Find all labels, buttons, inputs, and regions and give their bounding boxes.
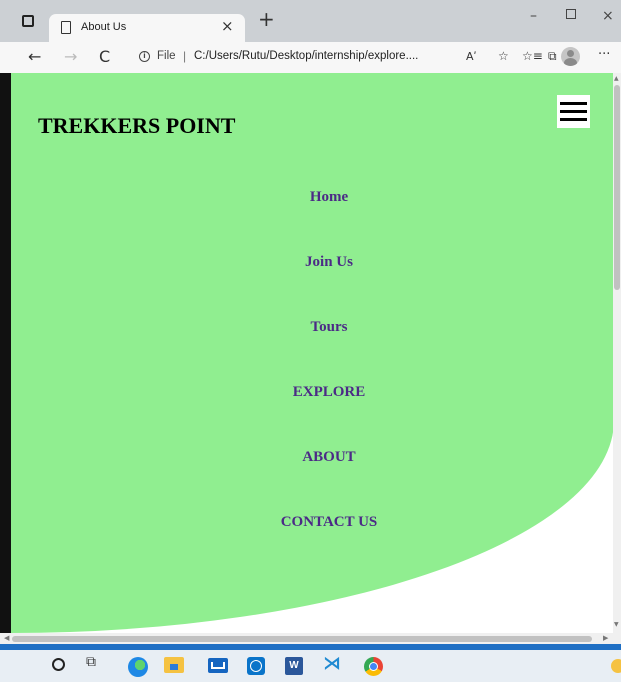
new-tab-button[interactable]: + xyxy=(258,9,275,29)
tab-close-icon[interactable]: × xyxy=(221,17,234,35)
vertical-scrollbar[interactable]: ▲ ▼ xyxy=(613,73,621,633)
left-edge-bar xyxy=(0,73,11,633)
maximize-button[interactable] xyxy=(566,9,576,19)
tab-title: About Us xyxy=(81,21,127,33)
url-text[interactable]: C:/Users/Rutu/Desktop/internship/explore… xyxy=(194,50,418,62)
nav-link-explore[interactable]: EXPLORE xyxy=(11,384,621,401)
browser-tab-bar: About Us × + – × xyxy=(0,0,621,42)
address-bar[interactable]: i File | C:/Users/Rutu/Desktop/internshi… xyxy=(128,46,463,68)
nav-link-contact-us[interactable]: CONTACT US xyxy=(11,514,621,531)
mail-icon[interactable] xyxy=(208,658,228,673)
file-explorer-icon[interactable] xyxy=(164,657,184,673)
favorites-icon[interactable]: ☆≡ xyxy=(522,49,543,63)
dell-icon[interactable] xyxy=(247,657,265,675)
task-view-icon[interactable]: ⧉ xyxy=(86,654,108,676)
site-title: TREKKERS POINT xyxy=(38,113,236,138)
hamburger-bar xyxy=(560,102,587,105)
profile-avatar[interactable] xyxy=(561,47,580,66)
address-separator: | xyxy=(183,49,187,63)
minimize-button[interactable]: – xyxy=(530,8,537,24)
search-icon[interactable] xyxy=(52,658,65,671)
page-viewport: TREKKERS POINT Home Join Us Tours EXPLOR… xyxy=(0,73,621,633)
scroll-left-icon[interactable]: ◀ xyxy=(4,634,9,642)
scroll-down-icon[interactable]: ▼ xyxy=(614,621,619,628)
browser-toolbar: ← → C i File | C:/Users/Rutu/Desktop/int… xyxy=(0,42,621,74)
hamburger-menu-icon[interactable] xyxy=(557,95,590,128)
back-button[interactable]: ← xyxy=(28,47,41,66)
vscode-icon[interactable]: ⋊ xyxy=(323,653,345,675)
file-label: File xyxy=(157,50,176,62)
nav-link-home[interactable]: Home xyxy=(11,189,621,206)
refresh-button[interactable]: C xyxy=(99,47,110,66)
nav-link-tours[interactable]: Tours xyxy=(11,319,621,336)
browser-tab[interactable]: About Us × xyxy=(49,14,245,42)
nav-panel: TREKKERS POINT Home Join Us Tours EXPLOR… xyxy=(11,73,614,633)
close-window-button[interactable]: × xyxy=(602,8,614,24)
read-aloud-icon[interactable]: Aʹ xyxy=(466,50,477,63)
nav-link-about[interactable]: ABOUT xyxy=(11,449,621,466)
tray-icon[interactable] xyxy=(611,659,621,673)
nav-link-join-us[interactable]: Join Us xyxy=(11,254,621,271)
page-icon xyxy=(61,21,71,34)
more-menu-icon[interactable]: ··· xyxy=(598,47,610,62)
collections-icon[interactable]: ⧉ xyxy=(548,49,557,64)
tab-actions-icon[interactable] xyxy=(22,15,34,27)
scroll-up-icon[interactable]: ▲ xyxy=(614,75,619,82)
info-icon[interactable]: i xyxy=(139,51,150,62)
taskbar: ⧉ W ⋊ xyxy=(0,650,621,682)
scroll-right-icon[interactable]: ▶ xyxy=(603,634,608,642)
horizontal-scroll-thumb[interactable] xyxy=(12,636,592,642)
vertical-scroll-thumb[interactable] xyxy=(614,85,620,290)
word-icon[interactable]: W xyxy=(285,657,303,675)
horizontal-scrollbar[interactable]: ◀ ▶ xyxy=(0,633,621,644)
edge-icon[interactable] xyxy=(128,657,148,677)
hamburger-bar xyxy=(560,110,587,113)
add-favorite-icon[interactable]: ☆ xyxy=(498,49,509,63)
chrome-icon[interactable] xyxy=(364,657,383,676)
hamburger-bar xyxy=(560,118,587,121)
forward-button[interactable]: → xyxy=(64,47,77,66)
